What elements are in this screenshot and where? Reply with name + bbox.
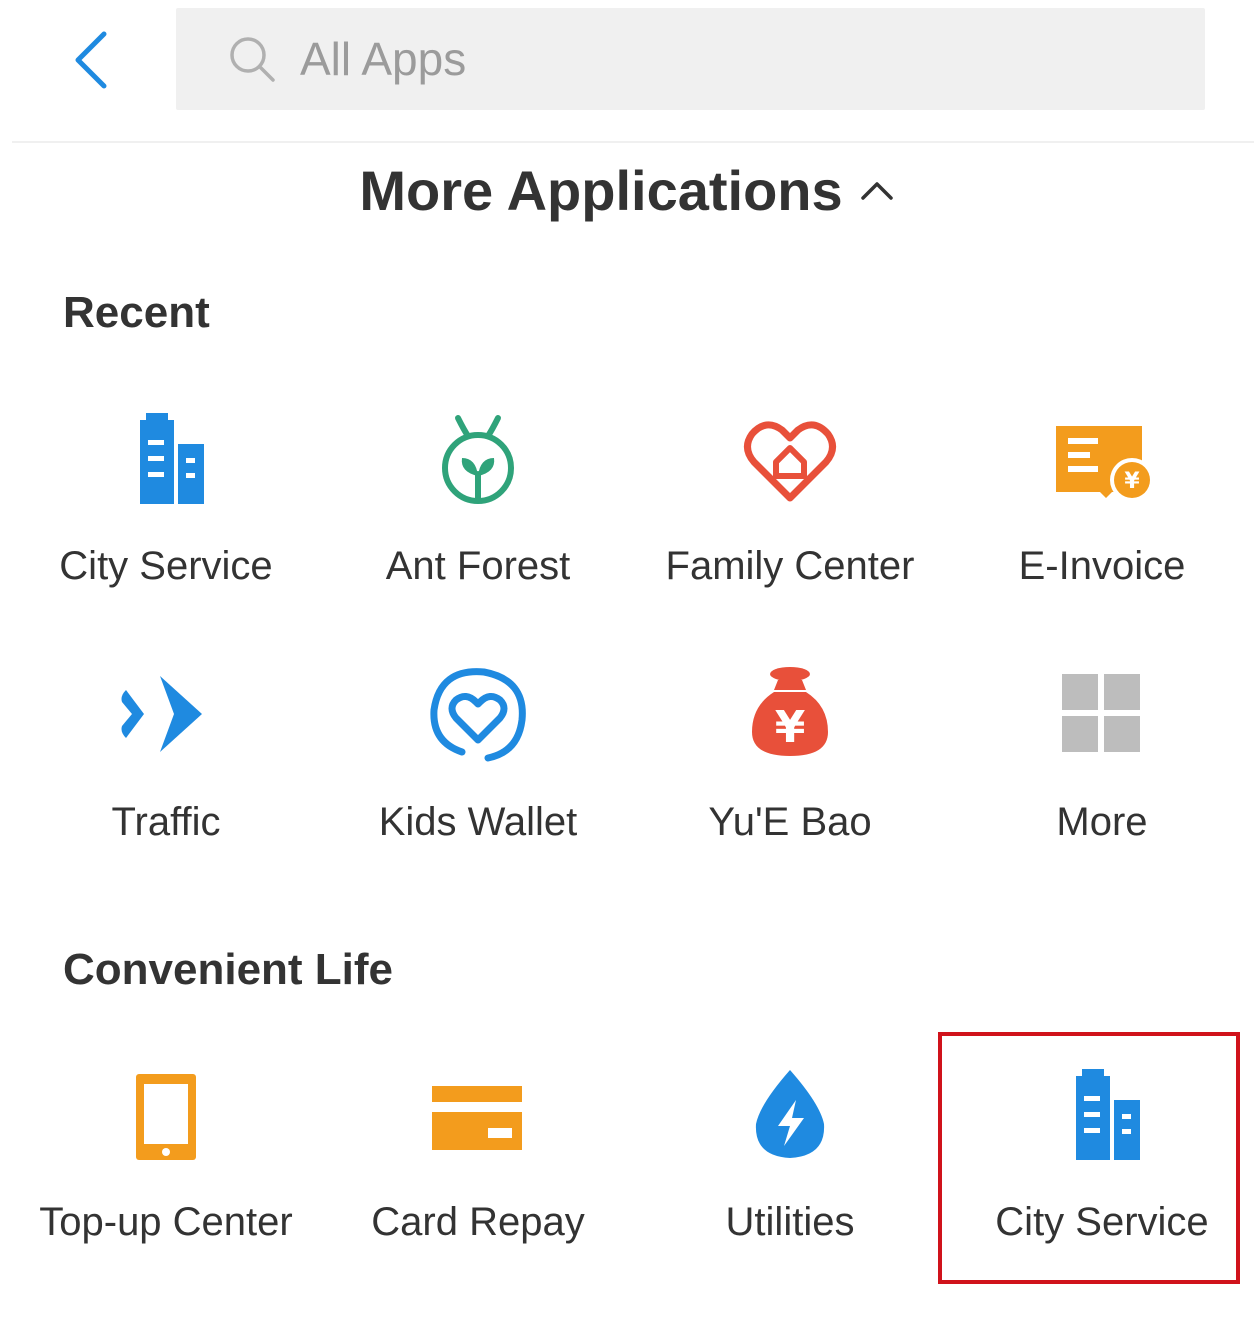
svg-text:¥: ¥ bbox=[775, 702, 806, 753]
section-title-convenient-life: Convenient Life bbox=[63, 945, 394, 994]
app-label: Yu'E Bao bbox=[708, 800, 872, 844]
money-bag-icon: ¥ bbox=[752, 667, 828, 756]
city-building-icon bbox=[140, 413, 204, 504]
header: All Apps bbox=[0, 0, 1254, 142]
app-city-service[interactable]: City Service bbox=[10, 372, 322, 628]
app-card-repay[interactable]: Card Repay bbox=[322, 1028, 634, 1284]
page-title: More Applications bbox=[0, 154, 1254, 226]
recent-apps-grid: City Service Ant Forest Family Center ¥ … bbox=[10, 372, 1254, 884]
sprout-icon bbox=[442, 415, 514, 504]
card-icon bbox=[432, 1086, 522, 1150]
search-bar[interactable]: All Apps bbox=[176, 8, 1205, 110]
water-drop-bolt-icon bbox=[755, 1070, 825, 1158]
heart-house-icon bbox=[744, 421, 836, 502]
section-title-recent: Recent bbox=[63, 288, 210, 337]
double-chevron-icon bbox=[121, 676, 202, 752]
app-label: Utilities bbox=[725, 1200, 855, 1244]
page-title-text: More Applications bbox=[359, 158, 843, 222]
app-e-invoice[interactable]: ¥ E-Invoice bbox=[946, 372, 1254, 628]
search-icon bbox=[230, 37, 275, 82]
app-label: E-Invoice bbox=[1018, 544, 1186, 588]
app-ant-forest[interactable]: Ant Forest bbox=[322, 372, 634, 628]
app-label: More bbox=[1056, 800, 1148, 844]
app-label: City Service bbox=[59, 544, 273, 588]
app-label: Card Repay bbox=[371, 1200, 585, 1244]
invoice-yuan-icon: ¥ bbox=[1056, 426, 1152, 502]
highlight-box bbox=[938, 1032, 1240, 1284]
app-label: Kids Wallet bbox=[378, 800, 578, 844]
app-label: Ant Forest bbox=[385, 544, 571, 588]
app-kids-wallet[interactable]: Kids Wallet bbox=[322, 628, 634, 884]
chevron-up-icon[interactable] bbox=[859, 178, 895, 202]
app-top-up-center[interactable]: Top-up Center bbox=[10, 1028, 322, 1284]
app-label: Top-up Center bbox=[39, 1200, 293, 1244]
back-button[interactable] bbox=[62, 22, 122, 98]
heart-circle-icon bbox=[430, 668, 526, 762]
app-label: Family Center bbox=[665, 544, 915, 588]
app-utilities[interactable]: Utilities bbox=[634, 1028, 946, 1284]
app-family-center[interactable]: Family Center bbox=[634, 372, 946, 628]
header-divider bbox=[12, 141, 1254, 143]
grid-icon bbox=[1062, 674, 1140, 752]
chevron-left-icon bbox=[75, 31, 107, 89]
app-traffic[interactable]: Traffic bbox=[10, 628, 322, 884]
search-placeholder: All Apps bbox=[300, 33, 467, 85]
app-yue-bao[interactable]: ¥ Yu'E Bao bbox=[634, 628, 946, 884]
svg-text:¥: ¥ bbox=[1124, 469, 1140, 494]
phone-icon bbox=[136, 1074, 196, 1160]
app-label: Traffic bbox=[111, 800, 221, 844]
app-more[interactable]: More bbox=[946, 628, 1254, 884]
